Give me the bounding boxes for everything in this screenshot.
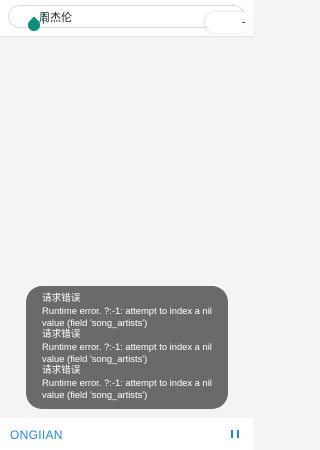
clear-button[interactable] xyxy=(205,12,251,33)
toast-message-body: Runtime error. ?:-1: attempt to index a … xyxy=(42,305,212,328)
toast-message-title: 请求错误 xyxy=(42,329,81,340)
toast-message-body: Runtime error. ?:-1: attempt to index a … xyxy=(42,377,212,400)
search-input[interactable] xyxy=(39,8,189,26)
search-bar xyxy=(0,0,253,37)
pause-button[interactable] xyxy=(228,427,242,441)
toast-message: 请求错误 Runtime error. ?:-1: attempt to ind… xyxy=(42,329,218,365)
toast-message-title: 请求错误 xyxy=(42,293,81,304)
toast-message-title: 请求错误 xyxy=(42,365,81,376)
clear-icon xyxy=(242,22,245,23)
search-box[interactable] xyxy=(8,5,251,33)
toast-message: 请求错误 Runtime error. ?:-1: attempt to ind… xyxy=(42,365,218,401)
now-playing-title[interactable]: ONGIIAN xyxy=(10,428,63,442)
toast-message-body: Runtime error. ?:-1: attempt to index a … xyxy=(42,341,212,364)
error-toast: 请求错误 Runtime error. ?:-1: attempt to ind… xyxy=(26,286,228,409)
toast-message: 请求错误 Runtime error. ?:-1: attempt to ind… xyxy=(42,293,218,329)
text-cursor xyxy=(43,13,44,24)
player-bar: ONGIIAN xyxy=(0,418,253,450)
